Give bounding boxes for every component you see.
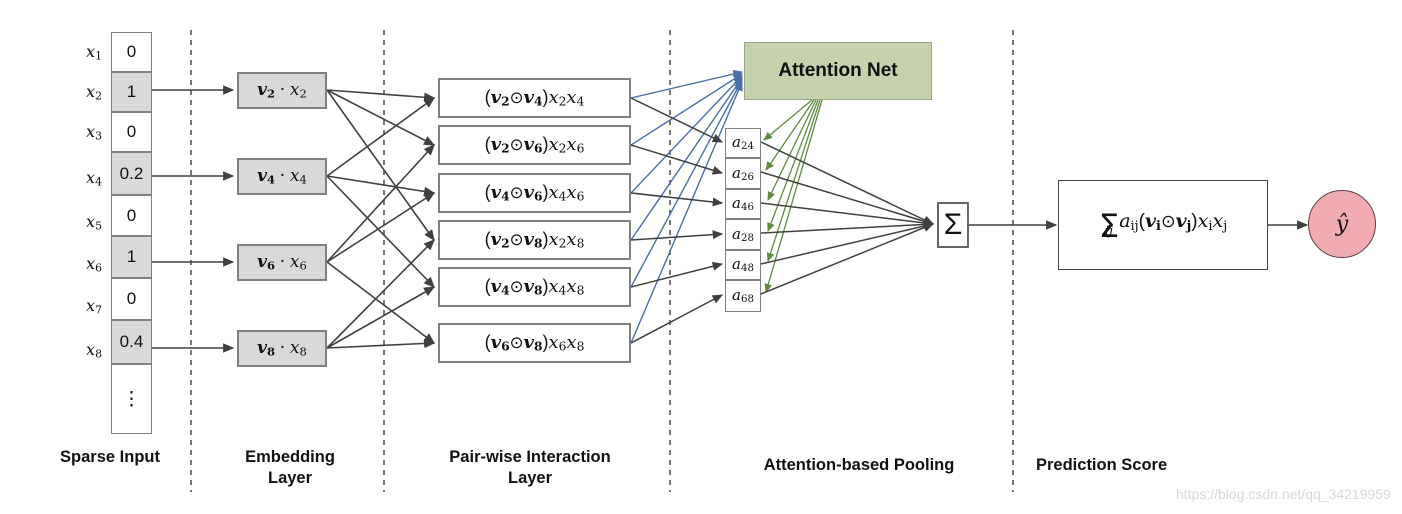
interaction-node-28[interactable]: (v2⊙v8)x2x8 [438,220,631,260]
interaction-to-attention-weight-arrows [630,97,724,344]
section-label-sparse-input: Sparse Input [36,447,184,468]
interaction-node-26[interactable]: (v2⊙v6)x2x6 [438,125,631,165]
embedding-node-v6[interactable]: v6 · x6 [237,244,327,281]
section-label-line1: Attention-based Pooling [763,456,955,474]
input-label-x8: x8 [86,340,102,361]
prediction-score-box[interactable]: Σij aij(vi⊙vj)xixj [1058,180,1268,270]
embedding-node-label: v6 · x6 [257,252,307,273]
interaction-node-24[interactable]: (v2⊙v4)x2x4 [438,78,631,118]
interaction-node-label: (v4⊙v6)x4x6 [484,182,585,204]
output-node-yhat[interactable]: ŷ [1308,190,1376,258]
attention-weight-label: a28 [732,224,754,245]
input-label-x6: x6 [86,254,102,275]
interaction-node-48[interactable]: (v4⊙v8)x4x8 [438,267,631,307]
attention-weight-a46[interactable]: a46 [725,189,761,219]
interaction-node-label: (v2⊙v4)x2x4 [484,87,585,109]
input-cell-6[interactable]: 0 [111,278,152,320]
input-cell-value: 0.2 [119,163,144,183]
interaction-node-46[interactable]: (v4⊙v6)x4x6 [438,173,631,213]
section-label-interaction-layer: Pair-wise Interaction Layer [400,447,660,489]
embedding-node-label: v2 · x2 [257,80,307,101]
input-label-x2: x2 [86,82,102,103]
interaction-node-label: (v6⊙v8)x6x8 [484,332,585,354]
attention-weight-a24[interactable]: a24 [725,128,761,158]
input-label-x5: x5 [86,212,102,233]
embedding-node-v4[interactable]: v4 · x4 [237,158,327,195]
input-cell-value: 0 [126,205,137,225]
section-label-line1: Sparse Input [60,448,160,466]
attention-weight-label: a24 [732,133,754,153]
input-cell-value: 1 [126,82,137,101]
input-label-x7: x7 [86,296,102,317]
input-cell-value: 0 [126,289,137,308]
section-label-line2: Layer [267,469,313,488]
section-label-line2: Layer [507,469,553,488]
section-label-line1: Pair-wise Interaction [449,448,611,466]
input-cell-value: 0 [126,122,137,141]
output-label: ŷ [1335,211,1349,237]
interaction-node-label: (v4⊙v8)x4x8 [484,276,585,298]
input-cell-2[interactable]: 0 [111,112,152,152]
attention-weight-a48[interactable]: a48 [725,250,761,280]
attention-weight-label: a46 [732,194,754,214]
input-cell-3[interactable]: 0.2 [111,152,152,195]
diagram-canvas: x1 x2 x3 x4 x5 x6 x7 x8 0 1 0 0.2 0 1 0 … [0,0,1402,514]
input-to-embedding-arrows [152,85,235,353]
input-cell-1[interactable]: 1 [111,72,152,112]
section-label-prediction-score: Prediction Score [1036,455,1256,476]
embedding-node-v8[interactable]: v8 · x8 [237,330,327,367]
watermark: https://blog.csdn.net/qq_34219959 [1176,486,1391,502]
input-cell-continuation: ⋮ [111,364,152,434]
weights-to-sum-arrows [760,141,935,295]
watermark-text: https://blog.csdn.net/qq_34219959 [1176,486,1391,502]
interaction-node-label: (v2⊙v6)x2x6 [484,134,585,156]
section-label-line1: Prediction Score [1036,456,1168,474]
embedding-node-v2[interactable]: v2 · x2 [237,72,327,109]
section-label-embedding-layer: Embedding Layer [205,447,375,489]
input-cell-value: 1 [126,247,137,266]
interaction-node-label: (v2⊙v8)x2x8 [484,229,585,251]
input-cell-4[interactable]: 0 [111,195,152,236]
input-cell-7[interactable]: 0.4 [111,320,152,364]
attentionnet-to-weight-arrows [763,99,823,293]
vertical-ellipsis-icon: ⋮ [122,388,141,410]
attention-weight-label: a48 [732,255,754,275]
input-cell-5[interactable]: 1 [111,236,152,278]
attention-weight-a68[interactable]: a68 [725,280,761,312]
section-label-attention-pooling: Attention-based Pooling [714,455,1004,476]
embedding-node-label: v4 · x4 [257,166,307,187]
sum-symbol: Σ [943,208,963,241]
attention-weight-label: a26 [732,163,754,184]
interaction-node-68[interactable]: (v6⊙v8)x6x8 [438,323,631,363]
attention-weight-a28[interactable]: a28 [725,219,761,250]
input-label-x3: x3 [86,122,102,143]
attention-net-label: Attention Net [778,60,898,81]
input-cell-value: 0 [126,42,137,61]
attention-weight-a26[interactable]: a26 [725,158,761,189]
input-label-x1: x1 [86,42,102,63]
input-cell-0[interactable]: 0 [111,32,152,72]
input-label-x4: x4 [86,168,102,189]
sum-box[interactable]: Σ [937,202,969,248]
embedding-node-label: v8 · x8 [257,338,307,359]
input-cell-value: 0.4 [119,332,144,351]
attention-net-box[interactable]: Attention Net [744,42,932,100]
section-label-line1: Embedding [245,448,335,466]
prediction-formula: Σij aij(vi⊙vj)xixj [1098,206,1228,245]
embedding-to-interaction-arrows [326,89,436,349]
attention-weight-label: a68 [732,286,754,306]
